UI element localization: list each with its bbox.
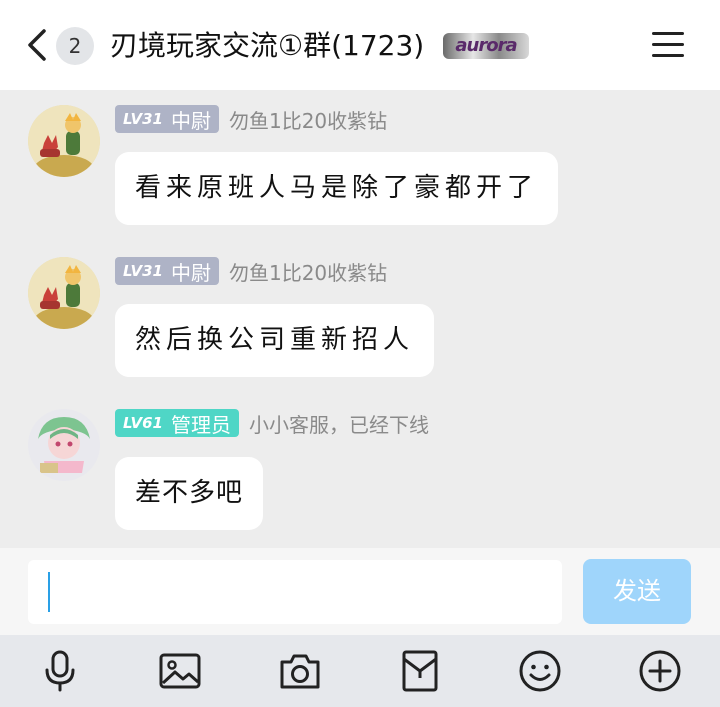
sender-nickname[interactable]: 小小客服，已经下线	[249, 409, 429, 438]
rank-label: 管理员	[170, 412, 231, 437]
camera-icon	[280, 654, 320, 689]
anime-character-avatar-icon	[28, 409, 100, 481]
red-packet-button[interactable]	[398, 649, 442, 693]
little-prince-avatar-icon	[28, 257, 100, 329]
text-caret	[48, 572, 50, 612]
sender-meta: LV31 中尉 勿鱼1比20收紫钻	[115, 105, 387, 133]
more-button[interactable]	[638, 649, 682, 693]
red-packet-icon	[402, 650, 438, 692]
message-list[interactable]: LV31 中尉 勿鱼1比20收紫钻 看来原班人马是除了豪都开了 LV31 中尉 …	[0, 90, 720, 548]
avatar[interactable]	[28, 409, 100, 481]
emoji-icon	[519, 650, 561, 692]
group-title[interactable]: 刃境玩家交流①群(1723)	[110, 26, 424, 66]
menu-icon	[652, 32, 684, 35]
member-level-badge: LV31 中尉	[115, 105, 219, 133]
chat-header: 2 刃境玩家交流①群(1723) aurora	[0, 0, 720, 90]
level-label: LV31	[123, 262, 163, 280]
composer-bar: 发送	[0, 548, 720, 635]
chevron-left-icon	[28, 29, 46, 61]
message-bubble[interactable]: 然后换公司重新招人	[115, 304, 435, 377]
unread-count-badge[interactable]: 2	[56, 27, 94, 65]
photo-button[interactable]	[158, 649, 202, 693]
level-label: LV61	[123, 414, 163, 432]
avatar[interactable]	[28, 105, 100, 177]
level-label: LV31	[123, 110, 163, 128]
sender-meta: LV31 中尉 勿鱼1比20收紫钻	[115, 257, 387, 285]
message-bubble[interactable]: 看来原班人马是除了豪都开了	[115, 152, 559, 225]
plus-icon	[639, 650, 681, 692]
emoji-button[interactable]	[518, 649, 562, 693]
member-level-badge: LV31 中尉	[115, 257, 219, 285]
back-button[interactable]	[24, 28, 50, 62]
little-prince-avatar-icon	[28, 105, 100, 177]
microphone-icon	[45, 650, 75, 692]
sender-meta: LV61 管理员 小小客服，已经下线	[115, 409, 429, 437]
sender-nickname[interactable]: 勿鱼1比20收紫钻	[229, 105, 387, 134]
send-button[interactable]: 发送	[583, 559, 691, 624]
admin-level-badge: LV61 管理员	[115, 409, 239, 437]
rank-label: 中尉	[170, 260, 211, 285]
image-icon	[159, 653, 201, 689]
avatar[interactable]	[28, 257, 100, 329]
menu-button[interactable]	[652, 30, 684, 60]
sender-nickname[interactable]: 勿鱼1比20收紫钻	[229, 257, 387, 286]
camera-button[interactable]	[278, 649, 322, 693]
aurora-logo: aurora	[443, 33, 529, 59]
rank-label: 中尉	[170, 108, 211, 133]
message-bubble[interactable]: 差不多吧	[115, 457, 264, 530]
voice-button[interactable]	[38, 649, 82, 693]
composer-toolbar	[0, 635, 720, 707]
message-input[interactable]	[28, 560, 562, 624]
